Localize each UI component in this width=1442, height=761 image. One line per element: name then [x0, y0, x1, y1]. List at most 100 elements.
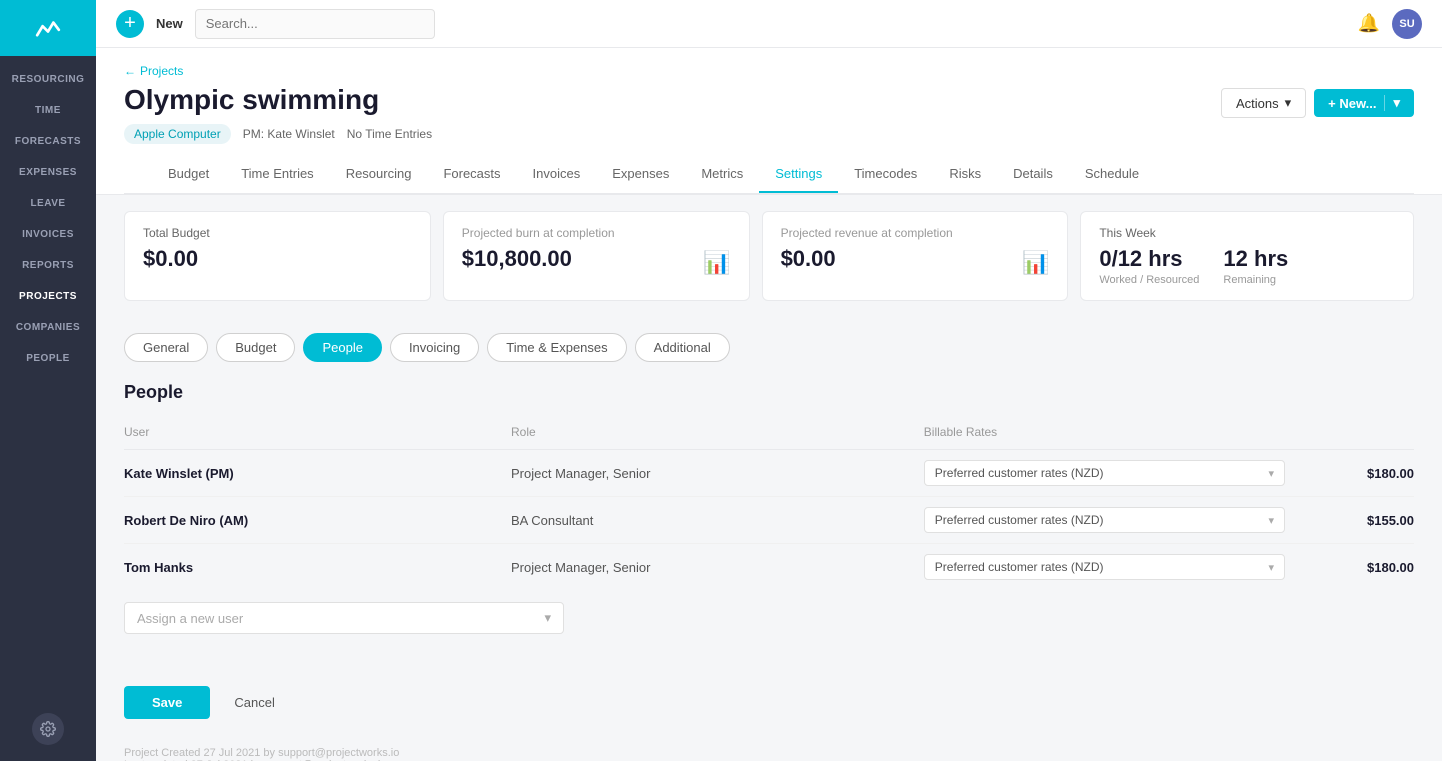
stat-projected-revenue-value: $0.00: [781, 246, 1050, 272]
sidebar-item-forecasts[interactable]: FORECASTS: [0, 126, 96, 157]
sidebar-bottom: [32, 713, 64, 761]
project-header: ← Projects Olympic swimming Actions ▾ + …: [96, 48, 1442, 195]
this-week-worked-value: 0/12 hrs: [1099, 246, 1199, 272]
save-button[interactable]: Save: [124, 686, 210, 719]
stat-projected-burn-label: Projected burn at completion: [462, 226, 731, 240]
col-header-rate: [1285, 419, 1414, 450]
sidebar-item-companies[interactable]: COMPANIES: [0, 312, 96, 343]
sidebar: RESOURCING TIME FORECASTS EXPENSES LEAVE…: [0, 0, 96, 761]
main-content: + New 🔔 SU ← Projects Olympic swimming A…: [96, 0, 1442, 761]
page-footer: Project Created 27 Jul 2021 by support@p…: [96, 735, 1442, 761]
project-actions: Actions ▾ + New... ▾: [1221, 88, 1414, 118]
stat-projected-revenue-label: Projected revenue at completion: [781, 226, 1050, 240]
page-content: ← Projects Olympic swimming Actions ▾ + …: [96, 48, 1442, 761]
sub-tab-general[interactable]: General: [124, 333, 208, 362]
breadcrumb[interactable]: ← Projects: [124, 64, 1414, 78]
global-new-button[interactable]: +: [116, 10, 144, 38]
sidebar-item-leave[interactable]: LEAVE: [0, 188, 96, 219]
col-header-user: User: [124, 419, 511, 450]
stat-this-week: This Week 0/12 hrs Worked / Resourced 12…: [1080, 211, 1414, 301]
tab-schedule[interactable]: Schedule: [1069, 156, 1155, 193]
sidebar-item-people[interactable]: PEOPLE: [0, 343, 96, 374]
tab-details[interactable]: Details: [997, 156, 1069, 193]
footer-created: Project Created 27 Jul 2021 by support@p…: [124, 747, 1414, 759]
col-header-role: Role: [511, 419, 924, 450]
rate-value-tom: $180.00: [1367, 560, 1414, 575]
topbar-right: 🔔 SU: [1358, 9, 1422, 39]
stat-projected-burn-value: $10,800.00: [462, 246, 731, 272]
role-robert: BA Consultant: [511, 513, 593, 528]
tab-time-entries[interactable]: Time Entries: [225, 156, 329, 193]
sidebar-item-projects[interactable]: PROJECTS: [0, 281, 96, 312]
role-kate: Project Manager, Senior: [511, 466, 650, 481]
settings-icon[interactable]: [32, 713, 64, 745]
tab-resourcing[interactable]: Resourcing: [330, 156, 428, 193]
project-title: Olympic swimming: [124, 84, 379, 116]
billable-rate-dropdown-kate[interactable]: Preferred customer rates (NZD) ▾: [924, 460, 1285, 486]
client-tag[interactable]: Apple Computer: [124, 124, 231, 144]
global-search-input[interactable]: [195, 9, 435, 39]
sidebar-item-reports[interactable]: REPORTS: [0, 250, 96, 281]
actions-button[interactable]: Actions ▾: [1221, 88, 1306, 118]
rate-label-kate: Preferred customer rates (NZD): [935, 466, 1104, 480]
breadcrumb-arrow: ←: [124, 64, 136, 78]
rate-label-robert: Preferred customer rates (NZD): [935, 513, 1104, 527]
sub-tab-invoicing[interactable]: Invoicing: [390, 333, 479, 362]
rate-value-robert: $155.00: [1367, 513, 1414, 528]
dropdown-chevron-2: ▾: [1268, 514, 1274, 527]
stat-projected-revenue: Projected revenue at completion $0.00 📊: [762, 211, 1069, 301]
role-tom: Project Manager, Senior: [511, 560, 650, 575]
billable-rate-dropdown-tom[interactable]: Preferred customer rates (NZD) ▾: [924, 554, 1285, 580]
sub-tab-additional[interactable]: Additional: [635, 333, 730, 362]
topbar: + New 🔔 SU: [96, 0, 1442, 48]
sidebar-nav: RESOURCING TIME FORECASTS EXPENSES LEAVE…: [0, 64, 96, 713]
sidebar-item-invoices[interactable]: INVOICES: [0, 219, 96, 250]
people-section-title: People: [124, 382, 1414, 403]
sidebar-item-expenses[interactable]: EXPENSES: [0, 157, 96, 188]
project-title-row: Olympic swimming Actions ▾ + New... ▾: [124, 84, 1414, 124]
user-name-robert: Robert De Niro (AM): [124, 513, 248, 528]
app-logo[interactable]: [0, 0, 96, 56]
tab-metrics[interactable]: Metrics: [685, 156, 759, 193]
stat-total-budget: Total Budget $0.00: [124, 211, 431, 301]
sub-tab-people[interactable]: People: [303, 333, 381, 362]
tab-settings[interactable]: Settings: [759, 156, 838, 193]
tab-forecasts[interactable]: Forecasts: [427, 156, 516, 193]
billable-rate-dropdown-robert[interactable]: Preferred customer rates (NZD) ▾: [924, 507, 1285, 533]
table-row: Tom Hanks Project Manager, Senior Prefer…: [124, 544, 1414, 591]
new-dropdown-button[interactable]: + New... ▾: [1314, 89, 1414, 117]
pm-label: PM: Kate Winslet: [243, 127, 335, 141]
dropdown-chevron: ▾: [1268, 467, 1274, 480]
this-week-remaining-value: 12 hrs: [1223, 246, 1288, 272]
form-actions: Save Cancel: [96, 662, 1442, 735]
sub-tab-budget[interactable]: Budget: [216, 333, 295, 362]
this-week-remaining: 12 hrs Remaining: [1223, 246, 1288, 286]
avatar[interactable]: SU: [1392, 9, 1422, 39]
assign-row: Assign a new user ▾: [124, 590, 1414, 638]
sub-tabs: General Budget People Invoicing Time & E…: [96, 317, 1442, 374]
this-week-worked: 0/12 hrs Worked / Resourced: [1099, 246, 1199, 286]
project-meta: Apple Computer PM: Kate Winslet No Time …: [124, 124, 1414, 144]
new-chevron: ▾: [1393, 95, 1400, 111]
chart-icon-2: 📊: [1022, 250, 1049, 276]
cancel-button[interactable]: Cancel: [222, 686, 286, 719]
actions-label: Actions: [1236, 96, 1279, 111]
global-new-label: New: [156, 16, 183, 31]
tab-invoices[interactable]: Invoices: [517, 156, 597, 193]
actions-chevron: ▾: [1285, 95, 1292, 111]
people-section: People User Role Billable Rates Kate Win…: [96, 374, 1442, 662]
tab-expenses[interactable]: Expenses: [596, 156, 685, 193]
assign-user-dropdown[interactable]: Assign a new user ▾: [124, 602, 564, 634]
stat-projected-burn: Projected burn at completion $10,800.00 …: [443, 211, 750, 301]
user-name-kate: Kate Winslet (PM): [124, 466, 234, 481]
sidebar-item-time[interactable]: TIME: [0, 95, 96, 126]
sub-tab-time-expenses[interactable]: Time & Expenses: [487, 333, 626, 362]
notifications-icon[interactable]: 🔔: [1358, 13, 1380, 34]
this-week-remaining-label: Remaining: [1223, 274, 1288, 286]
stats-row: Total Budget $0.00 Projected burn at com…: [96, 195, 1442, 317]
sidebar-item-resourcing[interactable]: RESOURCING: [0, 64, 96, 95]
tab-timecodes[interactable]: Timecodes: [838, 156, 933, 193]
time-entries-label: No Time Entries: [347, 127, 432, 141]
tab-budget[interactable]: Budget: [152, 156, 225, 193]
tab-risks[interactable]: Risks: [933, 156, 997, 193]
